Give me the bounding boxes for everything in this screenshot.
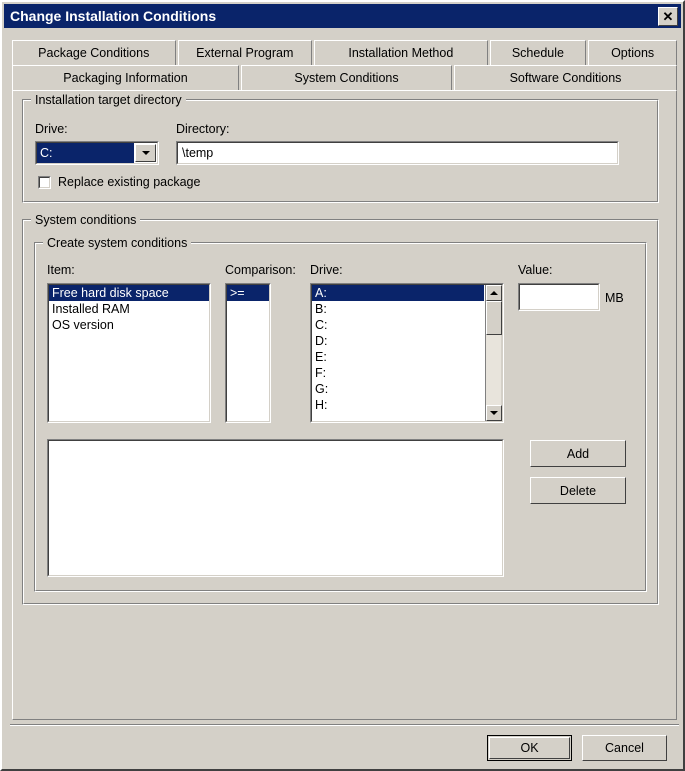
change-installation-conditions-dialog: Change Installation Conditions ✕ Package… (0, 0, 685, 771)
list-item[interactable]: G: (312, 381, 484, 397)
chevron-down-icon[interactable] (135, 144, 156, 162)
cancel-button[interactable]: Cancel (582, 735, 667, 761)
drive-label: Drive: (35, 122, 68, 136)
installation-target-group-title: Installation target directory (31, 93, 186, 107)
comparison-listbox[interactable]: >= (225, 283, 271, 423)
drive-list-label: Drive: (310, 263, 343, 277)
drive-combobox[interactable]: C: (35, 141, 159, 165)
installation-target-directory-group: Installation target directory Drive: C: … (22, 93, 659, 203)
directory-field[interactable] (176, 141, 619, 165)
tab-options[interactable]: Options (588, 40, 677, 65)
list-item[interactable]: Free hard disk space (49, 285, 209, 301)
scrollbar-thumb[interactable] (486, 301, 502, 335)
scroll-down-icon[interactable] (486, 405, 502, 421)
list-item[interactable]: C: (312, 317, 484, 333)
tab-row-1: Package Conditions External Program Inst… (12, 40, 677, 65)
tab-schedule[interactable]: Schedule (489, 40, 587, 65)
system-conditions-group: System conditions Create system conditio… (22, 213, 659, 605)
tab-packaging-information[interactable]: Packaging Information (12, 65, 239, 90)
tab-software-conditions[interactable]: Software Conditions (454, 65, 677, 90)
list-item[interactable]: >= (227, 285, 269, 301)
value-field[interactable] (518, 283, 600, 311)
list-item[interactable]: Installed RAM (49, 301, 209, 317)
value-unit-label: MB (605, 291, 624, 305)
drive-combobox-value: C: (37, 143, 134, 163)
add-button[interactable]: Add (530, 440, 626, 467)
close-icon[interactable]: ✕ (658, 6, 678, 26)
create-system-conditions-group-title: Create system conditions (43, 236, 192, 250)
comparison-label: Comparison: (225, 263, 296, 277)
replace-existing-package-label: Replace existing package (58, 175, 201, 189)
ok-button-label: OK (489, 737, 570, 759)
scroll-up-icon[interactable] (486, 285, 502, 301)
list-item[interactable]: OS version (49, 317, 209, 333)
list-item[interactable]: F: (312, 365, 484, 381)
list-item[interactable]: B: (312, 301, 484, 317)
value-label: Value: (518, 263, 553, 277)
drive-listbox-scrollbar[interactable] (485, 285, 502, 421)
footer-separator (10, 724, 679, 726)
tab-package-conditions[interactable]: Package Conditions (12, 40, 176, 65)
item-listbox[interactable]: Free hard disk space Installed RAM OS ve… (47, 283, 211, 423)
delete-button[interactable]: Delete (530, 477, 626, 504)
drive-listbox[interactable]: A: B: C: D: E: F: G: H: (310, 283, 504, 423)
list-item[interactable]: H: (312, 397, 484, 413)
conditions-listbox[interactable] (47, 439, 504, 577)
conditions-listbox-items (49, 441, 502, 575)
ok-button[interactable]: OK (487, 735, 572, 761)
directory-input[interactable] (180, 145, 615, 161)
title-bar: Change Installation Conditions ✕ (4, 4, 681, 28)
system-conditions-panel: Installation target directory Drive: C: … (12, 90, 677, 720)
system-conditions-group-title: System conditions (31, 213, 141, 227)
create-system-conditions-group: Create system conditions Item: Free hard… (34, 236, 647, 592)
checkbox-box-icon[interactable] (38, 175, 51, 189)
list-item[interactable]: E: (312, 349, 484, 365)
list-item[interactable]: D: (312, 333, 484, 349)
tab-external-program[interactable]: External Program (177, 40, 313, 65)
tab-installation-method[interactable]: Installation Method (314, 40, 488, 65)
replace-existing-package-checkbox[interactable]: Replace existing package (38, 175, 200, 189)
value-input[interactable] (522, 287, 596, 307)
tab-strip: Package Conditions External Program Inst… (12, 40, 677, 90)
window-title: Change Installation Conditions (10, 8, 217, 24)
tab-row-2: Packaging Information System Conditions … (12, 65, 677, 90)
item-label: Item: (47, 263, 75, 277)
directory-label: Directory: (176, 122, 230, 136)
scrollbar-track[interactable] (486, 301, 502, 405)
list-item[interactable]: A: (312, 285, 484, 301)
tab-system-conditions[interactable]: System Conditions (241, 65, 452, 90)
